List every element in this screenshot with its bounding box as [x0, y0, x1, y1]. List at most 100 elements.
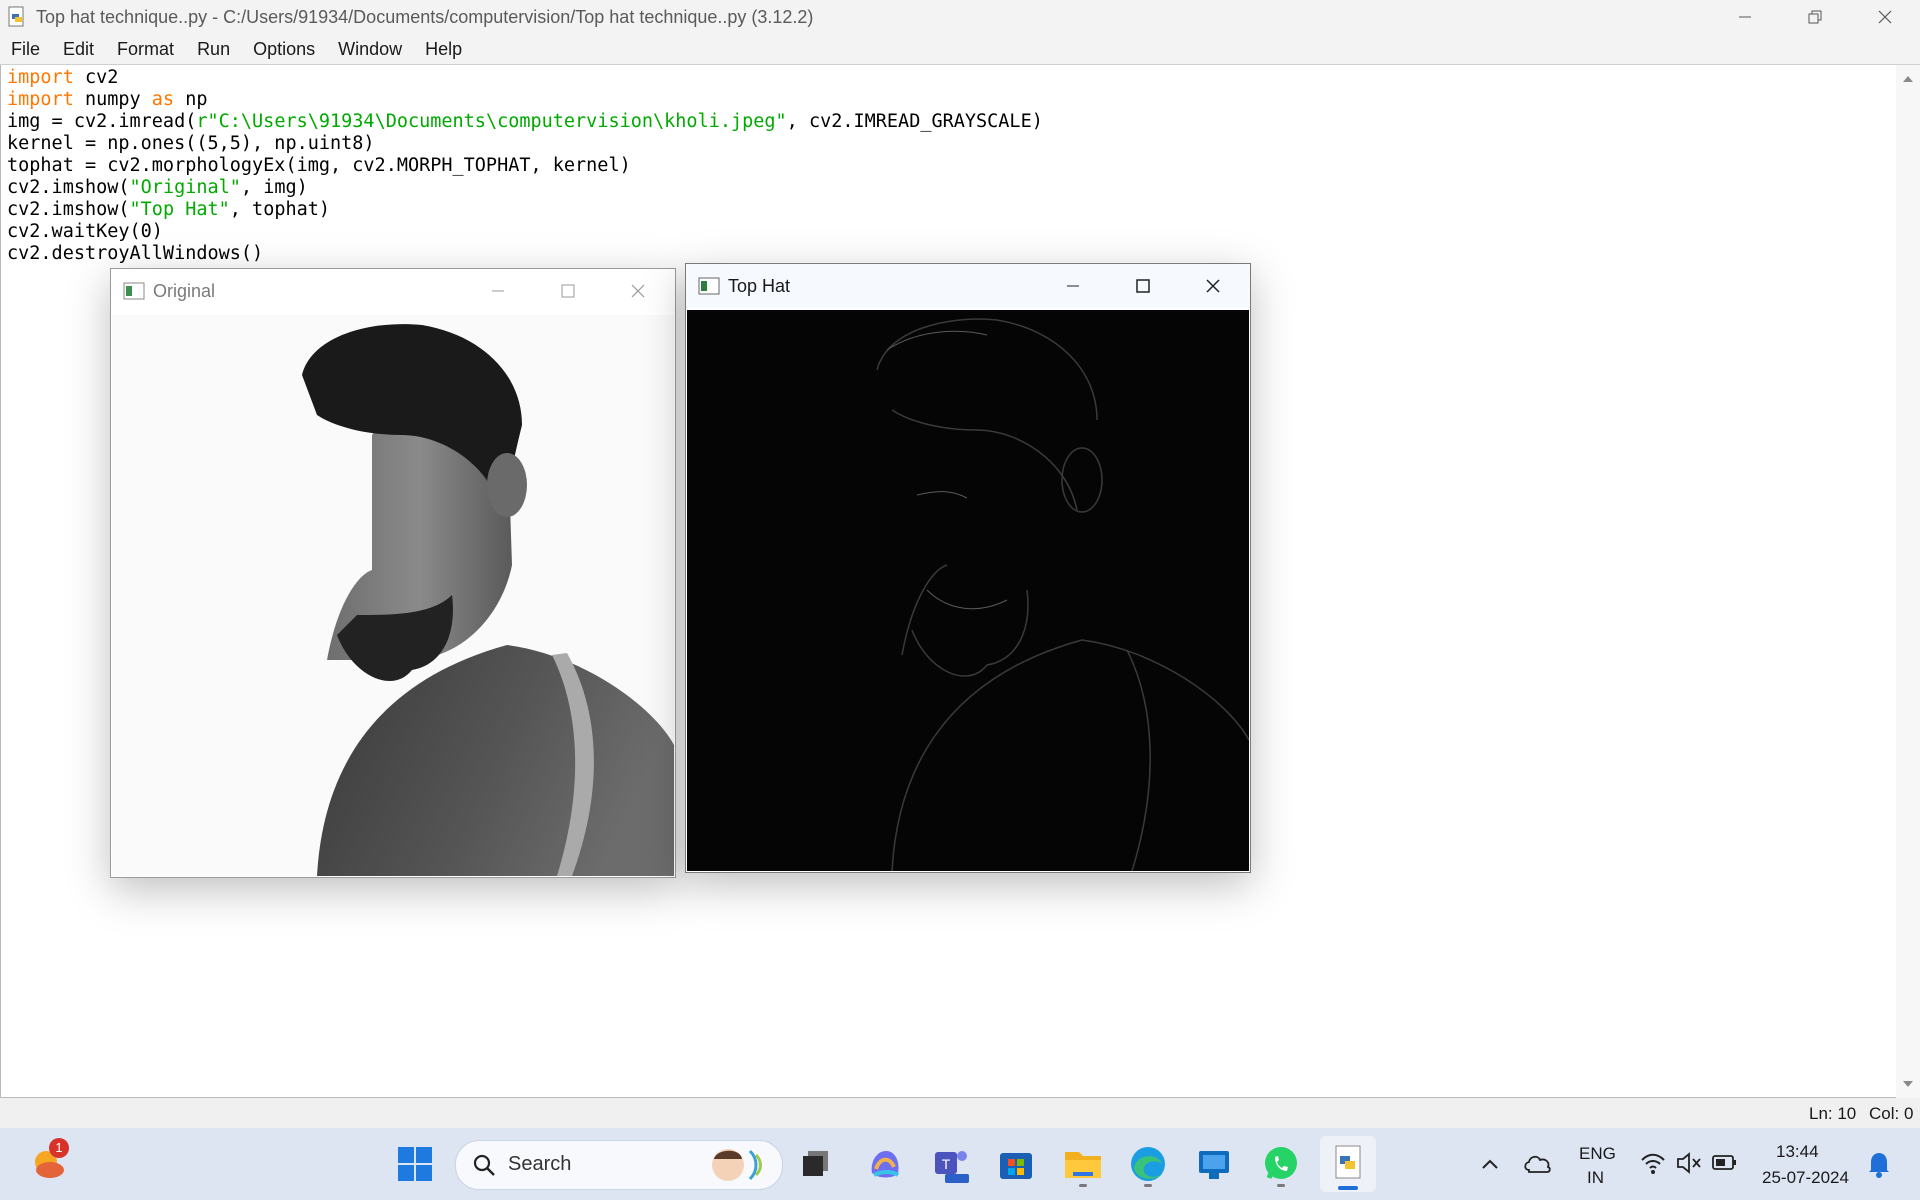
store-icon	[1000, 1153, 1032, 1179]
file-explorer-icon	[1065, 1152, 1101, 1178]
menu-bar: File Edit Format Run Options Window Help	[0, 34, 1920, 65]
minimize-icon	[492, 290, 504, 292]
code-line[interactable]: import cv2	[7, 67, 1043, 89]
language-indicator[interactable]: ENG	[1579, 1144, 1616, 1164]
copilot-button[interactable]	[859, 1138, 911, 1190]
copilot-icon	[871, 1151, 900, 1178]
code-line[interactable]: cv2.destroyAllWindows()	[7, 243, 1043, 265]
code-line[interactable]: tophat = cv2.morphologyEx(img, cv2.MORPH…	[7, 155, 1043, 177]
region-indicator[interactable]: IN	[1587, 1168, 1604, 1188]
taskbar-search-box[interactable]: Search	[455, 1140, 783, 1190]
task-view-button[interactable]	[789, 1138, 841, 1190]
code-line[interactable]: img = cv2.imread(r"C:\Users\91934\Docume…	[7, 111, 1043, 133]
idle-python-button[interactable]	[1320, 1136, 1376, 1192]
original-maximize-button[interactable]	[533, 269, 603, 313]
app-button[interactable]	[1188, 1138, 1240, 1190]
maximize-icon	[561, 284, 575, 298]
code-token: numpy	[73, 89, 152, 110]
tophat-close-button[interactable]	[1178, 264, 1248, 308]
active-indicator	[1338, 1186, 1358, 1190]
restore-icon	[1808, 10, 1822, 24]
tophat-window-titlebar[interactable]: Top Hat	[686, 264, 1250, 308]
scroll-up-icon[interactable]	[1896, 69, 1920, 89]
tophat-image-window[interactable]: Top Hat	[685, 263, 1251, 873]
code-keyword: as	[151, 89, 175, 110]
code-token: img = cv2.imread(	[7, 111, 197, 132]
onedrive-icon[interactable]	[1523, 1150, 1553, 1176]
code-token: kernel = np.ones((5,5), np.uint8)	[7, 133, 375, 154]
vertical-scrollbar[interactable]	[1896, 65, 1920, 1098]
code-line[interactable]: cv2.waitKey(0)	[7, 221, 1043, 243]
scroll-down-icon[interactable]	[1896, 1074, 1920, 1094]
code-line[interactable]: import numpy as np	[7, 89, 1043, 111]
window-title: Top hat technique..py - C:/Users/91934/D…	[36, 6, 814, 27]
clock-date[interactable]: 25-07-2024	[1762, 1168, 1849, 1188]
code-token: , img)	[240, 177, 308, 198]
clock-time[interactable]: 13:44	[1776, 1142, 1819, 1162]
restore-button[interactable]	[1780, 0, 1850, 34]
maximize-icon	[1136, 279, 1150, 293]
teams-button[interactable]: T	[925, 1138, 977, 1190]
teams-icon: T	[935, 1151, 969, 1183]
menu-options[interactable]: Options	[242, 39, 327, 60]
running-indicator	[1079, 1184, 1087, 1187]
original-window-titlebar[interactable]: Original	[111, 269, 675, 313]
python-file-icon	[8, 6, 24, 27]
minimize-icon	[1739, 16, 1751, 18]
running-indicator	[1277, 1184, 1285, 1187]
tophat-maximize-button[interactable]	[1108, 264, 1178, 308]
menu-file[interactable]: File	[0, 39, 52, 60]
notification-bell-icon[interactable]	[1866, 1150, 1892, 1178]
weather-widget[interactable]: 1	[22, 1136, 74, 1188]
code-string: "Original"	[129, 177, 241, 198]
code-text[interactable]: import cv2 import numpy as np img = cv2.im…	[7, 67, 1043, 265]
status-col: Col: 0	[1869, 1104, 1914, 1123]
title-bar: Top hat technique..py - C:/Users/91934/D…	[0, 0, 1920, 34]
taskbar: 1 Search T ENG IN 13:44 25-07-2024	[0, 1128, 1920, 1200]
chevron-up-icon[interactable]	[1478, 1152, 1502, 1176]
start-button[interactable]	[389, 1138, 441, 1190]
battery-icon[interactable]	[1711, 1152, 1739, 1174]
code-line[interactable]: kernel = np.ones((5,5), np.uint8)	[7, 133, 1043, 155]
code-line[interactable]: cv2.imshow("Top Hat", tophat)	[7, 199, 1043, 221]
code-token: np	[174, 89, 208, 110]
close-icon	[1878, 10, 1892, 24]
store-button[interactable]	[990, 1138, 1042, 1190]
whatsapp-icon	[1265, 1147, 1297, 1179]
menu-window[interactable]: Window	[327, 39, 414, 60]
whatsapp-button[interactable]	[1255, 1138, 1307, 1190]
app-icon	[1199, 1151, 1229, 1179]
code-token: tophat = cv2.morphologyEx(img, cv2.MORPH…	[7, 155, 631, 176]
code-token: cv2.destroyAllWindows()	[7, 243, 264, 264]
close-icon	[631, 284, 645, 298]
close-icon	[1206, 279, 1220, 293]
menu-run[interactable]: Run	[186, 39, 242, 60]
menu-help[interactable]: Help	[414, 39, 474, 60]
tophat-filtered-image	[687, 310, 1249, 871]
opencv-window-icon	[698, 277, 720, 295]
code-line[interactable]: cv2.imshow("Original", img)	[7, 177, 1043, 199]
original-window-title: Original	[153, 280, 216, 301]
wifi-icon[interactable]	[1640, 1150, 1666, 1176]
code-token: cv2.imshow(	[7, 177, 130, 198]
original-minimize-button[interactable]	[463, 269, 533, 313]
close-button[interactable]	[1850, 0, 1920, 34]
menu-edit[interactable]: Edit	[52, 39, 106, 60]
minimize-button[interactable]	[1710, 0, 1780, 34]
code-keyword: import	[7, 89, 74, 110]
original-grayscale-image	[112, 315, 674, 876]
idle-python-icon	[1335, 1145, 1361, 1179]
edge-button[interactable]	[1122, 1138, 1174, 1190]
speaker-muted-icon[interactable]	[1675, 1150, 1703, 1176]
original-image-window[interactable]: Original	[110, 268, 676, 878]
code-keyword: import	[7, 67, 74, 88]
search-icon	[473, 1154, 495, 1176]
minimize-icon	[1067, 285, 1079, 287]
menu-format[interactable]: Format	[106, 39, 186, 60]
svg-text:T: T	[942, 1156, 951, 1172]
search-highlight-icon	[712, 1149, 762, 1181]
task-view-icon	[803, 1151, 828, 1176]
original-close-button[interactable]	[603, 269, 673, 313]
tophat-minimize-button[interactable]	[1038, 264, 1108, 308]
file-explorer-button[interactable]	[1057, 1138, 1109, 1190]
